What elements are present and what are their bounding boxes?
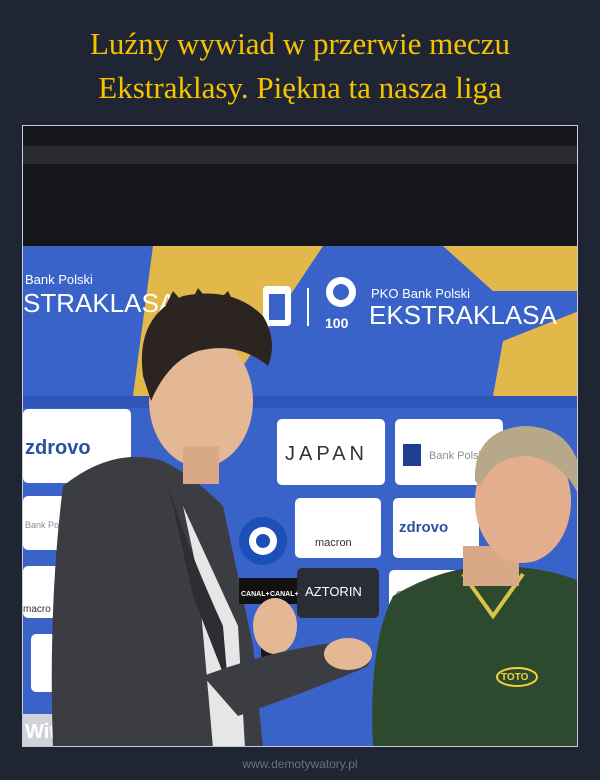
- backdrop-league-text: STRAKLASA: [23, 288, 177, 318]
- caption-line-2: Ekstraklasy. Piękna ta nasza liga: [98, 70, 502, 105]
- shirt-sponsor: TOTO: [501, 672, 529, 683]
- mic-flag-right: CANAL+: [270, 591, 299, 598]
- tile-japan: JAPAN: [285, 443, 368, 465]
- tile-zdrovo-2: zdrovo: [399, 519, 448, 536]
- pko-logo: [263, 286, 291, 326]
- main-sponsor-text: PKO Bank Polski: [371, 286, 470, 301]
- tile-macron: macron: [315, 537, 352, 549]
- tile-bank-pol: Bank Pol: [25, 520, 61, 530]
- caption-line-1: Luźny wywiad w przerwie meczu: [89, 26, 511, 61]
- anniversary-number: 100: [325, 315, 349, 331]
- tile-aztorin: AZTORIN: [305, 584, 362, 599]
- tile-macro: macro: [23, 604, 51, 615]
- interview-photo: Bank Polski STRAKLASA 100 PKO Bank Polsk…: [22, 125, 578, 747]
- caption-title: Luźny wywiad w przerwie meczu Ekstraklas…: [0, 22, 600, 110]
- mic-flag-left: CANAL+: [241, 591, 270, 598]
- backdrop-bank-text: Bank Polski: [25, 272, 93, 287]
- tile-zdrovo-1: zdrovo: [25, 437, 91, 459]
- main-league-text: EKSTRAKLASA: [369, 300, 558, 330]
- watermark: www.demotywatory.pl: [242, 757, 358, 771]
